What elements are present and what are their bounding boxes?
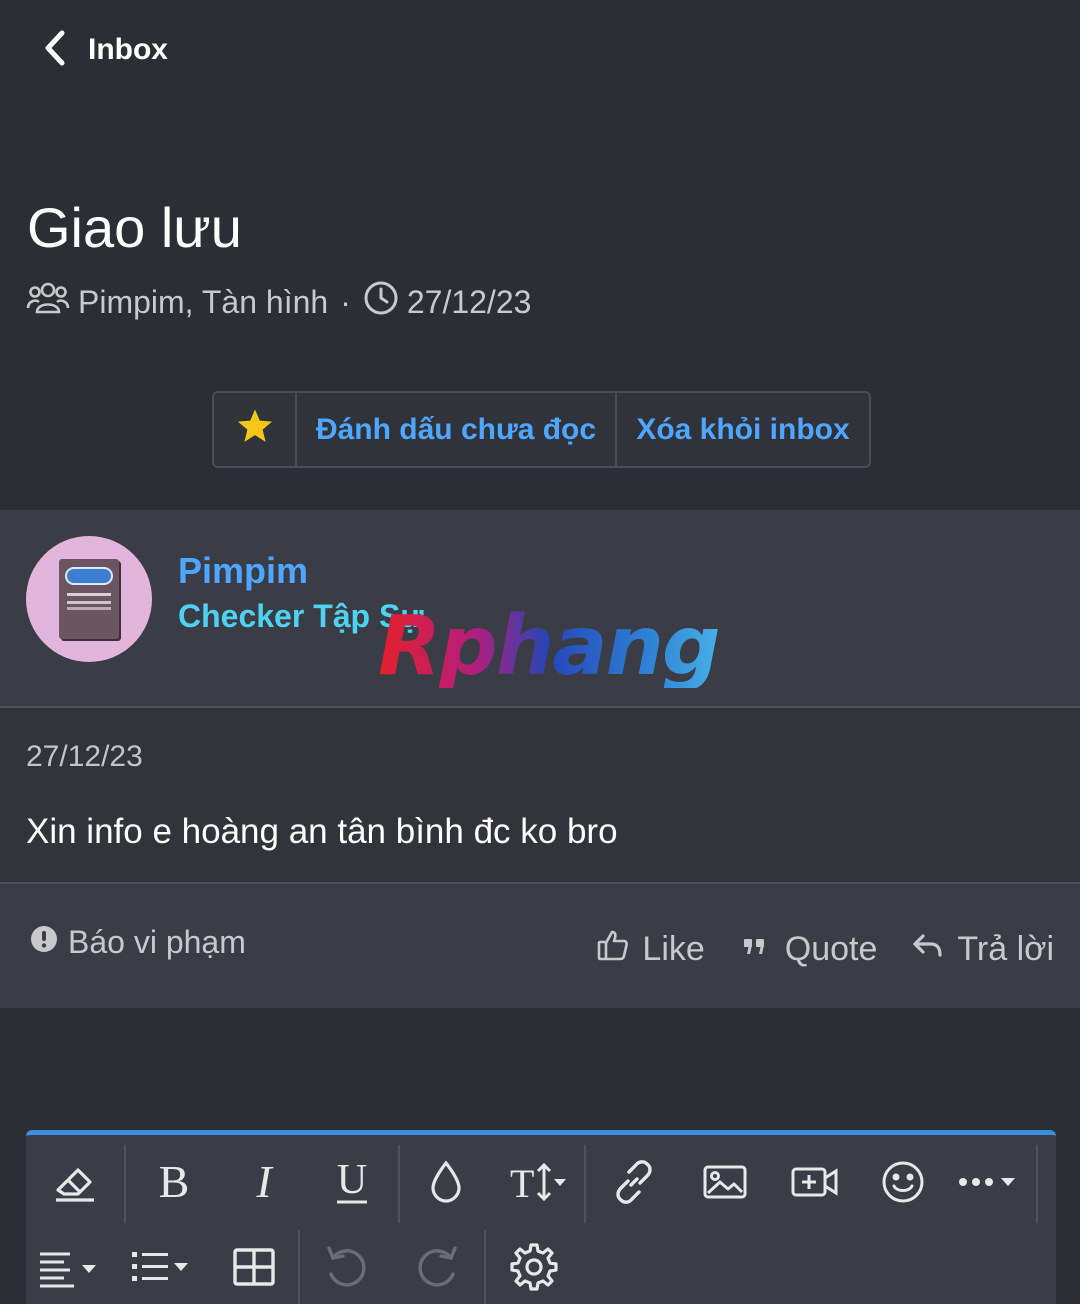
text-color-button[interactable] <box>400 1143 492 1225</box>
message-actions: Like Quote Trả lời <box>596 928 1054 971</box>
text-size-icon: T <box>507 1157 569 1212</box>
eraser-icon <box>50 1157 100 1212</box>
list-button[interactable] <box>116 1227 210 1304</box>
underline-button[interactable]: U <box>306 1143 398 1225</box>
video-icon <box>790 1157 840 1212</box>
redo-button[interactable] <box>392 1227 484 1304</box>
undo-button[interactable] <box>300 1227 392 1304</box>
author-name[interactable]: Pimpim <box>178 550 308 592</box>
users-icon <box>26 278 70 326</box>
video-button[interactable] <box>768 1143 862 1225</box>
redo-icon <box>413 1242 463 1297</box>
more-options-button[interactable] <box>944 1143 1036 1225</box>
toolbar-row-1: B I U T <box>26 1143 1038 1225</box>
italic-icon: I <box>239 1156 289 1212</box>
thumbs-up-icon <box>596 928 630 971</box>
image-icon <box>700 1157 750 1212</box>
participants[interactable]: Pimpim, Tàn hình <box>78 284 328 321</box>
clock-icon <box>363 280 399 324</box>
svg-text:T: T <box>510 1161 534 1206</box>
link-button[interactable] <box>586 1143 682 1225</box>
droplet-icon <box>421 1157 471 1212</box>
chevron-left-icon <box>40 29 70 72</box>
clear-format-button[interactable] <box>26 1143 124 1225</box>
back-button[interactable]: Inbox <box>40 29 168 72</box>
conversation-date: 27/12/23 <box>406 283 532 320</box>
smiley-icon <box>878 1157 928 1212</box>
settings-button[interactable] <box>486 1227 582 1304</box>
like-button[interactable]: Like <box>596 928 705 971</box>
table-icon <box>229 1242 279 1297</box>
italic-button[interactable]: I <box>222 1143 306 1225</box>
align-button[interactable] <box>26 1227 116 1304</box>
message-text: Xin info e hoàng an tân bình đc ko bro <box>26 812 618 851</box>
toolbar-divider <box>1036 1145 1038 1223</box>
image-button[interactable] <box>682 1143 768 1225</box>
reply-editor: B I U T <box>26 1130 1056 1304</box>
quote-button[interactable]: Quote <box>739 928 878 971</box>
font-size-button[interactable]: T <box>492 1143 584 1225</box>
list-icon <box>128 1242 198 1297</box>
reply-icon <box>911 928 945 971</box>
bold-icon: B <box>149 1156 199 1212</box>
svg-text:U: U <box>337 1157 367 1203</box>
gear-icon <box>509 1242 559 1297</box>
alert-icon <box>30 924 58 961</box>
undo-icon <box>321 1242 371 1297</box>
svg-text:B: B <box>159 1157 190 1207</box>
top-bar: Inbox <box>0 0 1080 100</box>
star-button[interactable] <box>214 393 297 466</box>
avatar-image <box>59 559 119 639</box>
align-left-icon <box>36 1242 106 1297</box>
more-icon <box>955 1157 1025 1212</box>
table-button[interactable] <box>210 1227 298 1304</box>
message-body: 27/12/23 Xin info e hoàng an tân bình đc… <box>0 708 1080 884</box>
bold-button[interactable]: B <box>126 1143 222 1225</box>
report-button[interactable]: Báo vi phạm <box>30 924 246 961</box>
avatar[interactable] <box>26 536 152 662</box>
svg-text:I: I <box>255 1157 274 1207</box>
conversation-title: Giao lưu <box>27 196 242 259</box>
like-label: Like <box>642 930 705 968</box>
message-header: Pimpim Checker Tập Sự Rphang <box>0 510 1080 708</box>
reply-label: Trả lời <box>957 930 1054 968</box>
remove-inbox-button[interactable]: Xóa khỏi inbox <box>617 393 869 466</box>
emoji-button[interactable] <box>862 1143 944 1225</box>
underline-icon: U <box>327 1157 377 1212</box>
conversation-meta: Pimpim, Tàn hình · 27/12/23 <box>26 278 531 326</box>
mark-unread-button[interactable]: Đánh dấu chưa đọc <box>297 393 617 466</box>
reply-button[interactable]: Trả lời <box>911 928 1054 971</box>
link-icon <box>609 1157 659 1212</box>
toolbar-row-2 <box>26 1227 582 1304</box>
message-footer: Báo vi phạm Like Quote Trả lời <box>0 884 1080 1010</box>
message-date[interactable]: 27/12/23 <box>26 740 143 774</box>
back-label: Inbox <box>88 33 168 66</box>
watermark-logo: Rphang <box>378 599 721 694</box>
meta-separator: · <box>340 283 351 320</box>
quote-icon <box>739 928 773 971</box>
report-label: Báo vi phạm <box>68 924 246 960</box>
conversation-actions: Đánh dấu chưa đọc Xóa khỏi inbox <box>212 391 871 468</box>
quote-label: Quote <box>784 930 878 968</box>
star-icon <box>236 407 274 453</box>
